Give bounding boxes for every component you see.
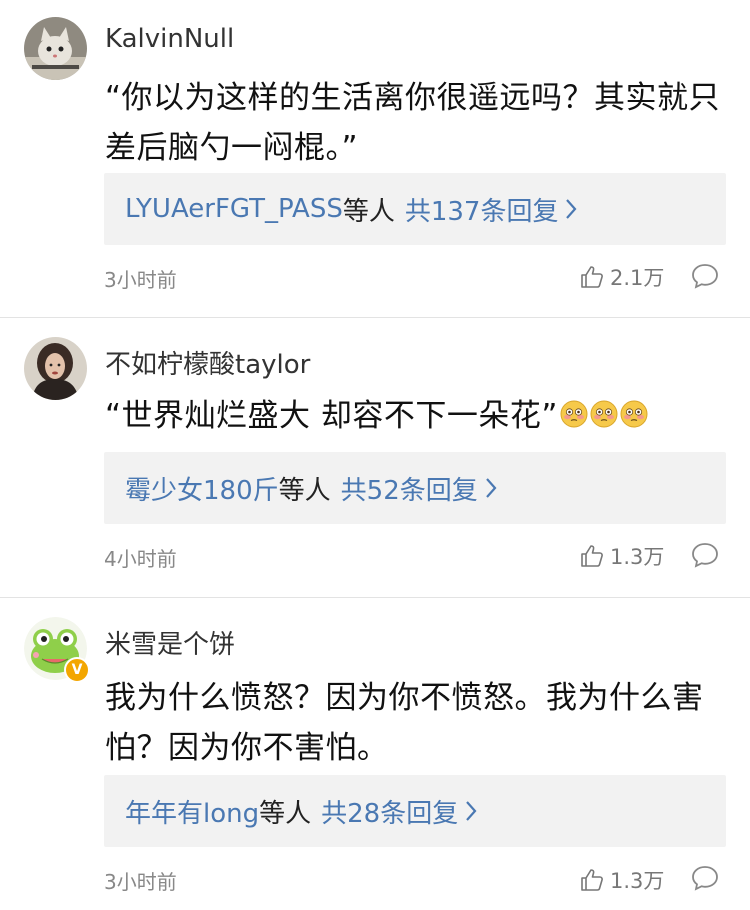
like-count: 1.3万 <box>610 869 665 893</box>
user-avatar[interactable] <box>24 17 87 80</box>
verified-badge: V <box>64 657 90 683</box>
reply-users-link[interactable]: LYUAerFGT_PASS <box>125 194 343 224</box>
reply-users-link[interactable]: 霉少女180斤 <box>125 470 279 507</box>
username[interactable]: KalvinNull <box>105 24 234 54</box>
reply-count-link[interactable]: 共52条回复 <box>341 470 478 507</box>
like-button[interactable]: 1.3万 <box>580 541 664 571</box>
thumbs-up-icon <box>581 266 603 288</box>
verified-badge-text: V <box>71 662 83 678</box>
replies-summary-button[interactable]: LYUAerFGT_PASS 等人 共137条回复 <box>104 173 726 245</box>
chevron-right-icon <box>566 199 577 219</box>
thumbs-up-icon <box>581 545 603 567</box>
replies-summary-button[interactable]: 年年有long 等人 共28条回复 <box>104 775 726 847</box>
reply-count-link[interactable]: 共28条回复 <box>321 793 458 830</box>
username[interactable]: 不如柠檬酸taylor <box>105 344 310 381</box>
chevron-right-icon <box>485 478 497 498</box>
like-button[interactable]: 1.3万 <box>580 865 664 895</box>
comment-text-line: “世界灿烂盛大 却容不下一朵花” <box>105 391 730 443</box>
reply-join-text: 等人 <box>259 798 312 829</box>
flushed-face-emoji-icon <box>560 393 588 443</box>
like-button[interactable]: 2.1万 <box>580 262 664 292</box>
comment-time: 3小时前 <box>104 268 177 292</box>
reply-users-link[interactable]: 年年有long <box>125 793 259 830</box>
flushed-face-emoji-icon <box>620 393 648 443</box>
comment-time: 3小时前 <box>104 870 177 894</box>
comment-text: “世界灿烂盛大 却容不下一朵花” <box>105 398 558 434</box>
reply-join-text: 等人 <box>342 196 395 227</box>
comment-item: KalvinNull “你以为这样的生活离你很遥远吗？其实就只差后脑勺一闷棍。”… <box>0 0 750 318</box>
reply-count-link[interactable]: 共137条回复 <box>405 191 559 228</box>
comment-text: “你以为这样的生活离你很遥远吗？其实就只差后脑勺一闷棍。” <box>105 80 721 166</box>
like-count: 1.3万 <box>610 545 665 569</box>
thumbs-up-icon <box>581 869 603 891</box>
user-avatar[interactable]: V <box>24 617 90 683</box>
divider <box>0 597 750 598</box>
cat-avatar-icon <box>24 17 87 80</box>
chevron-right-icon <box>466 801 477 821</box>
username[interactable]: 米雪是个饼 <box>105 624 235 661</box>
user-avatar[interactable] <box>24 337 87 400</box>
comment-bubble-icon[interactable] <box>691 263 719 289</box>
reply-join-text: 等人 <box>278 475 331 506</box>
replies-summary-button[interactable]: 霉少女180斤 等人 共52条回复 <box>104 452 726 524</box>
comment-item: V 米雪是个饼 我为什么愤怒？因为你不愤怒。我为什么害怕？因为你不害怕。 年年有… <box>0 600 750 910</box>
comment-bubble-icon[interactable] <box>691 542 719 568</box>
comment-bubble-icon[interactable] <box>691 865 719 891</box>
portrait-avatar-icon <box>24 337 87 400</box>
comment-text: 我为什么愤怒？因为你不愤怒。我为什么害怕？因为你不害怕。 <box>105 680 704 766</box>
divider <box>0 317 750 318</box>
comment-time: 4小时前 <box>104 547 177 571</box>
flushed-face-emoji-icon <box>590 393 618 443</box>
comment-item: 不如柠檬酸taylor “世界灿烂盛大 却容不下一朵花” 霉少女180斤 等人 … <box>0 320 750 598</box>
like-count: 2.1万 <box>610 266 665 290</box>
